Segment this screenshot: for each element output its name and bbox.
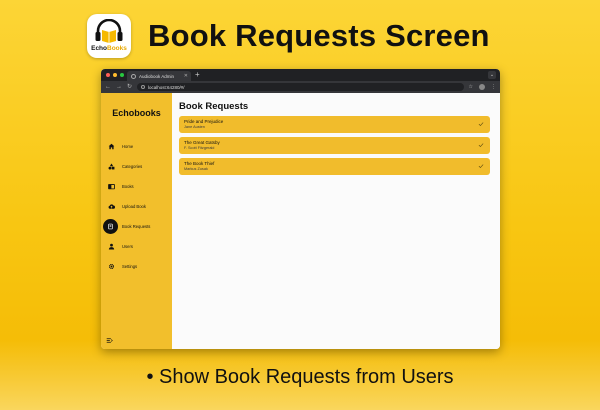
page-title: Book Requests bbox=[179, 101, 249, 112]
sidebar-item-label: Users bbox=[122, 243, 133, 249]
book-request-icon bbox=[103, 218, 118, 234]
browser-window: Audiobook Admin ✕ + ⌄ ← → ↻ localhost:64… bbox=[101, 69, 500, 349]
app-body: Echobooks Home Categories Books Upload B… bbox=[101, 93, 500, 349]
sidebar-item-label: Home bbox=[122, 143, 134, 149]
sidebar-item-settings[interactable]: Settings bbox=[101, 256, 172, 276]
request-author: F. Scott Fitzgerald bbox=[184, 145, 215, 150]
sidebar-brand: Echobooks bbox=[112, 108, 161, 118]
main-content: Book Requests Pride and Prejudice Jane A… bbox=[172, 93, 500, 349]
app-logo: EchoBooks bbox=[87, 14, 131, 58]
headphones-book-icon bbox=[95, 19, 123, 44]
sidebar: Echobooks Home Categories Books Upload B… bbox=[101, 93, 172, 349]
bookmark-star-icon[interactable]: ☆ bbox=[469, 84, 473, 90]
request-item-the-book-thief[interactable]: The Book Thief Markus Zusak bbox=[179, 158, 490, 175]
check-icon[interactable] bbox=[478, 121, 484, 127]
books-icon bbox=[106, 181, 116, 191]
request-list: Pride and Prejudice Jane Austen The Grea… bbox=[179, 116, 490, 175]
home-icon bbox=[106, 141, 116, 151]
request-author: Jane Austen bbox=[184, 124, 205, 129]
sidebar-item-books[interactable]: Books bbox=[101, 176, 172, 196]
request-item-pride-and-prejudice[interactable]: Pride and Prejudice Jane Austen bbox=[179, 116, 490, 133]
collapse-sidebar-icon[interactable] bbox=[106, 337, 113, 344]
check-icon[interactable] bbox=[478, 163, 484, 169]
minimize-window-button[interactable] bbox=[113, 73, 117, 77]
maximize-window-button[interactable] bbox=[120, 73, 124, 77]
feature-bullet-text: Show Book Requests from Users bbox=[159, 366, 454, 388]
site-info-icon[interactable] bbox=[141, 85, 146, 89]
address-bar[interactable]: localhost:64280/#/ bbox=[137, 83, 464, 91]
request-item-the-great-gatsby[interactable]: The Great Gatsby F. Scott Fitzgerald bbox=[179, 137, 490, 154]
sidebar-nav: Home Categories Books Upload Book Book R… bbox=[101, 136, 172, 276]
sidebar-item-upload-book[interactable]: Upload Book bbox=[101, 196, 172, 216]
logo-text: EchoBooks bbox=[91, 45, 127, 53]
browser-toolbar: ← → ↻ localhost:64280/#/ ☆ ⋮ bbox=[101, 81, 500, 93]
promo-headline: Book Requests Screen bbox=[148, 18, 490, 53]
person-icon bbox=[106, 241, 116, 251]
request-author: Markus Zusak bbox=[184, 166, 208, 171]
window-controls bbox=[106, 73, 124, 77]
sidebar-item-label: Settings bbox=[122, 263, 138, 269]
sidebar-item-label: Categories bbox=[122, 163, 143, 169]
sidebar-item-label: Book Requests bbox=[122, 223, 151, 229]
forward-arrow-icon[interactable]: → bbox=[116, 84, 122, 90]
cloud-upload-icon bbox=[106, 201, 116, 211]
reload-icon[interactable]: ↻ bbox=[127, 84, 132, 90]
categories-icon bbox=[106, 161, 116, 171]
browser-menu-icon[interactable]: ⋮ bbox=[491, 84, 496, 90]
tab-strip: Audiobook Admin ✕ + ⌄ bbox=[101, 69, 500, 81]
feature-bullet: • Show Book Requests from Users bbox=[146, 366, 454, 388]
sidebar-item-label: Upload Book bbox=[122, 203, 146, 209]
new-tab-button[interactable]: + bbox=[195, 70, 200, 79]
sidebar-item-users[interactable]: Users bbox=[101, 236, 172, 256]
sidebar-item-book-requests[interactable]: Book Requests bbox=[101, 216, 172, 236]
tab-close-icon[interactable]: ✕ bbox=[184, 73, 191, 79]
back-arrow-icon[interactable]: ← bbox=[105, 84, 111, 90]
tab-search-icon[interactable]: ⌄ bbox=[488, 71, 496, 79]
close-window-button[interactable] bbox=[106, 73, 110, 77]
browser-tab[interactable]: Audiobook Admin ✕ bbox=[127, 71, 191, 81]
tab-title: Audiobook Admin bbox=[139, 73, 175, 79]
sidebar-item-label: Books bbox=[122, 183, 134, 189]
tab-favicon-icon bbox=[131, 73, 136, 79]
sidebar-item-categories[interactable]: Categories bbox=[101, 156, 172, 176]
gear-icon bbox=[106, 261, 116, 271]
check-icon[interactable] bbox=[478, 142, 484, 148]
sidebar-item-home[interactable]: Home bbox=[101, 136, 172, 156]
url-text: localhost:64280/#/ bbox=[148, 84, 185, 90]
profile-avatar[interactable] bbox=[479, 84, 485, 90]
